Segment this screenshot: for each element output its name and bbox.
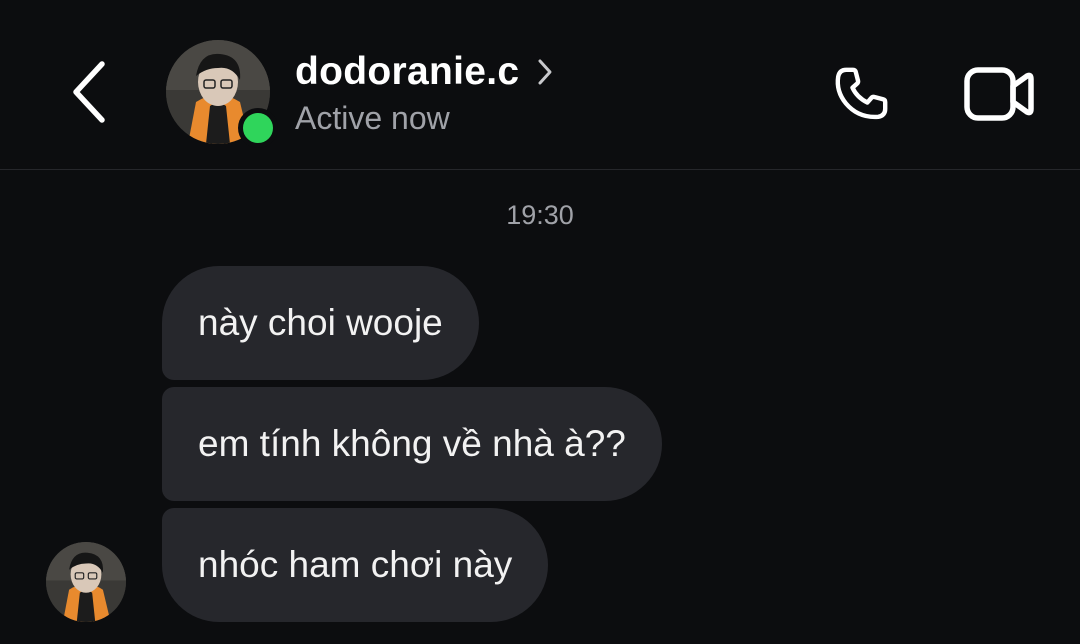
video-call-button[interactable]: [958, 58, 1040, 130]
message-text: này choi wooje: [198, 302, 443, 343]
sender-avatar[interactable]: [46, 542, 126, 622]
message-bubble[interactable]: em tính không về nhà à??: [162, 387, 662, 501]
chevron-right-icon: [538, 59, 552, 85]
message-timestamp: 19:30: [506, 200, 574, 230]
back-button[interactable]: [58, 56, 122, 128]
contact-username: dodoranie.c: [295, 50, 520, 93]
voice-call-button[interactable]: [825, 58, 897, 130]
video-camera-icon: [964, 67, 1034, 121]
active-status: Active now: [295, 100, 450, 136]
message-text: em tính không về nhà à??: [198, 423, 626, 464]
message-bubble[interactable]: này choi wooje: [162, 266, 479, 380]
avatar-image: [46, 542, 126, 622]
phone-icon: [835, 67, 888, 120]
contact-avatar-wrapper[interactable]: [166, 40, 278, 148]
message-bubble[interactable]: nhóc ham chơi này: [162, 508, 549, 622]
online-status-indicator: [238, 108, 278, 148]
chevron-left-icon: [73, 61, 105, 123]
chat-header: dodoranie.c Active now: [0, 0, 1080, 170]
message-text: nhóc ham chơi này: [198, 544, 513, 585]
contact-name-link[interactable]: dodoranie.c: [295, 50, 553, 94]
